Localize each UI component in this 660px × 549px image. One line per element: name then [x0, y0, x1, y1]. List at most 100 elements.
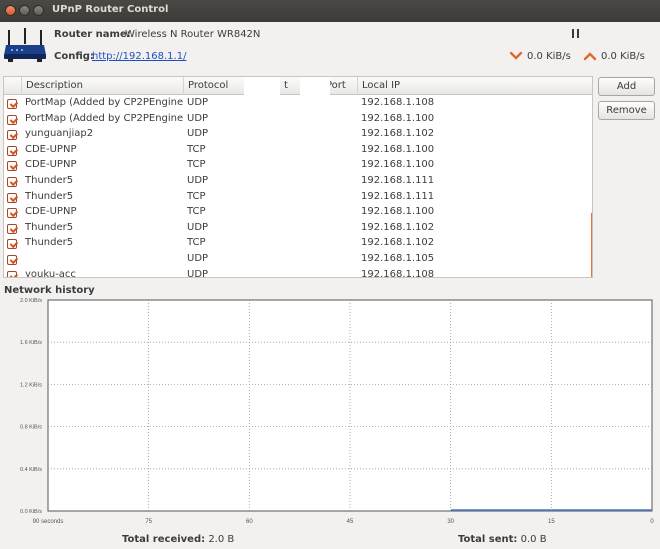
enabled-checkbox[interactable]: [7, 177, 17, 187]
protocol-cell: TCP: [187, 159, 206, 171]
y-tick-label: 0.4 KiB/s: [20, 467, 42, 473]
table-row[interactable]: CDE-UPNP TCP 192.168.1.100: [4, 143, 592, 159]
table-row[interactable]: PortMap (Added by CP2PEngine) [ UDP 192.16…: [4, 112, 592, 128]
remove-button[interactable]: Remove: [598, 101, 655, 120]
table-row[interactable]: youku-acc UDP 192.168.1.108: [4, 268, 592, 278]
x-tick-label: 30: [447, 519, 454, 525]
total-sent-label: Total sent:: [458, 534, 518, 545]
enabled-checkbox[interactable]: [7, 270, 17, 277]
total-sent: Total sent: 0.0 B: [458, 534, 547, 545]
x-tick-label: 15: [548, 519, 555, 525]
table-row[interactable]: PortMap (Added by CP2PEngine) [UDP 192.16…: [4, 96, 592, 112]
column-header-description[interactable]: Description: [22, 77, 184, 95]
upload-arrow-icon: [583, 52, 597, 61]
upload-rate: 0.0 KiB/s: [601, 51, 645, 62]
total-received-label: Total received:: [122, 534, 206, 545]
protocol-cell: TCP: [187, 190, 206, 202]
total-received: Total received: 2.0 B: [122, 534, 234, 545]
local-ip-cell: 192.168.1.102: [361, 128, 435, 140]
network-history-title: Network history: [4, 285, 95, 296]
protocol-cell: UDP: [187, 268, 209, 278]
description-cell: PortMap (Added by CP2PEngine) [: [25, 112, 183, 124]
window-title: UPnP Router Control: [52, 4, 169, 15]
description-cell: CDE-UPNP: [25, 159, 77, 171]
description-cell: Thunder5: [25, 237, 74, 249]
table-row[interactable]: CDE-UPNP TCP 192.168.1.100: [4, 205, 592, 221]
x-tick-label: 90 seconds: [33, 519, 64, 525]
protocol-cell: TCP: [187, 206, 206, 218]
column-header-local-ip[interactable]: Local IP: [358, 77, 592, 95]
x-tick-label: 45: [347, 519, 354, 525]
description-cell: CDE-UPNP: [25, 206, 77, 218]
enabled-checkbox[interactable]: [7, 208, 17, 219]
config-link[interactable]: http://192.168.1.1/: [92, 51, 186, 62]
description-cell: Thunder5: [25, 221, 74, 233]
protocol-cell: UDP: [187, 175, 209, 186]
enabled-checkbox[interactable]: [7, 239, 17, 250]
pause-icon[interactable]: [572, 29, 580, 38]
enabled-checkbox[interactable]: [7, 114, 17, 125]
description-cell: Thunder5: [25, 175, 74, 186]
redaction-mask: [300, 77, 330, 277]
protocol-cell: UDP: [187, 128, 209, 140]
x-tick-label: 60: [246, 519, 253, 525]
y-tick-label: 0.0 KiB/s: [20, 509, 42, 515]
add-button[interactable]: Add: [598, 77, 655, 96]
router-name-label: Router name:: [54, 29, 131, 40]
protocol-cell: UDP: [187, 221, 209, 233]
local-ip-cell: 192.168.1.100: [361, 159, 435, 171]
table-row[interactable]: Thunder5 TCP 192.168.1.111: [4, 190, 592, 206]
description-cell: youku-acc: [25, 268, 76, 278]
protocol-cell: TCP: [187, 143, 206, 155]
table-row[interactable]: Thunder5 UDP 192.168.1.111: [4, 174, 592, 190]
y-tick-label: 1.2 KiB/s: [20, 382, 42, 388]
table-header: Description Protocol t Port Local IP: [4, 77, 592, 95]
table-row[interactable]: yunguanjiap2 UDP 192.168.1.102: [4, 127, 592, 143]
router-name-value: Wireless N Router WR842N: [125, 29, 261, 40]
enabled-checkbox[interactable]: [7, 255, 17, 265]
config-label: Config:: [54, 51, 94, 62]
local-ip-cell: 192.168.1.108: [361, 97, 435, 108]
table-scrollbar[interactable]: [591, 213, 592, 277]
protocol-cell: UDP: [187, 253, 209, 264]
enabled-checkbox[interactable]: [7, 192, 17, 203]
local-ip-cell: 192.168.1.100: [361, 206, 435, 218]
table-row[interactable]: CDE-UPNP TCP 192.168.1.100: [4, 158, 592, 174]
network-history-chart: 90 seconds 75 60 45 30 15 0 0.0 KiB/s 0.4 KiB/s 0…: [20, 298, 654, 525]
download-rate: 0.0 KiB/s: [527, 51, 571, 62]
local-ip-cell: 192.168.1.100: [361, 112, 435, 124]
table-row[interactable]: UDP 192.168.1.105: [4, 252, 592, 268]
protocol-cell: UDP: [187, 97, 209, 108]
x-tick-label: 0: [650, 519, 654, 525]
y-tick-label: 2.0 KiB/s: [20, 298, 42, 304]
port-mapping-table: Description Protocol t Port Local IP Por…: [3, 76, 593, 278]
local-ip-cell: 192.168.1.100: [361, 143, 435, 155]
local-ip-cell: 192.168.1.105: [361, 253, 435, 264]
router-icon: [4, 28, 46, 62]
x-tick-label: 75: [145, 519, 152, 525]
enabled-checkbox[interactable]: [7, 223, 17, 234]
close-window-icon[interactable]: [5, 5, 16, 16]
protocol-cell: TCP: [187, 237, 206, 249]
protocol-cell: UDP: [187, 112, 209, 124]
total-received-value: 2.0 B: [208, 534, 235, 545]
table-row[interactable]: Thunder5 TCP 192.168.1.102: [4, 236, 592, 252]
enabled-checkbox[interactable]: [7, 145, 17, 156]
y-tick-label: 0.8 KiB/s: [20, 425, 42, 431]
minimize-window-icon[interactable]: [19, 5, 30, 16]
local-ip-cell: 192.168.1.111: [361, 190, 435, 202]
enabled-checkbox[interactable]: [7, 161, 17, 172]
local-ip-cell: 192.168.1.102: [361, 221, 435, 233]
redaction-mask: [244, 77, 280, 277]
table-row[interactable]: Thunder5 UDP 192.168.1.102: [4, 221, 592, 237]
maximize-window-icon[interactable]: [33, 5, 44, 16]
enabled-checkbox[interactable]: [7, 99, 17, 109]
description-cell: CDE-UPNP: [25, 143, 77, 155]
description-cell: Thunder5: [25, 190, 74, 202]
enabled-checkbox[interactable]: [7, 130, 17, 141]
column-header-checkbox[interactable]: [4, 77, 22, 95]
total-sent-value: 0.0 B: [520, 534, 547, 545]
local-ip-cell: 192.168.1.111: [361, 175, 435, 186]
local-ip-cell: 192.168.1.108: [361, 268, 435, 278]
download-arrow-icon: [509, 51, 523, 60]
